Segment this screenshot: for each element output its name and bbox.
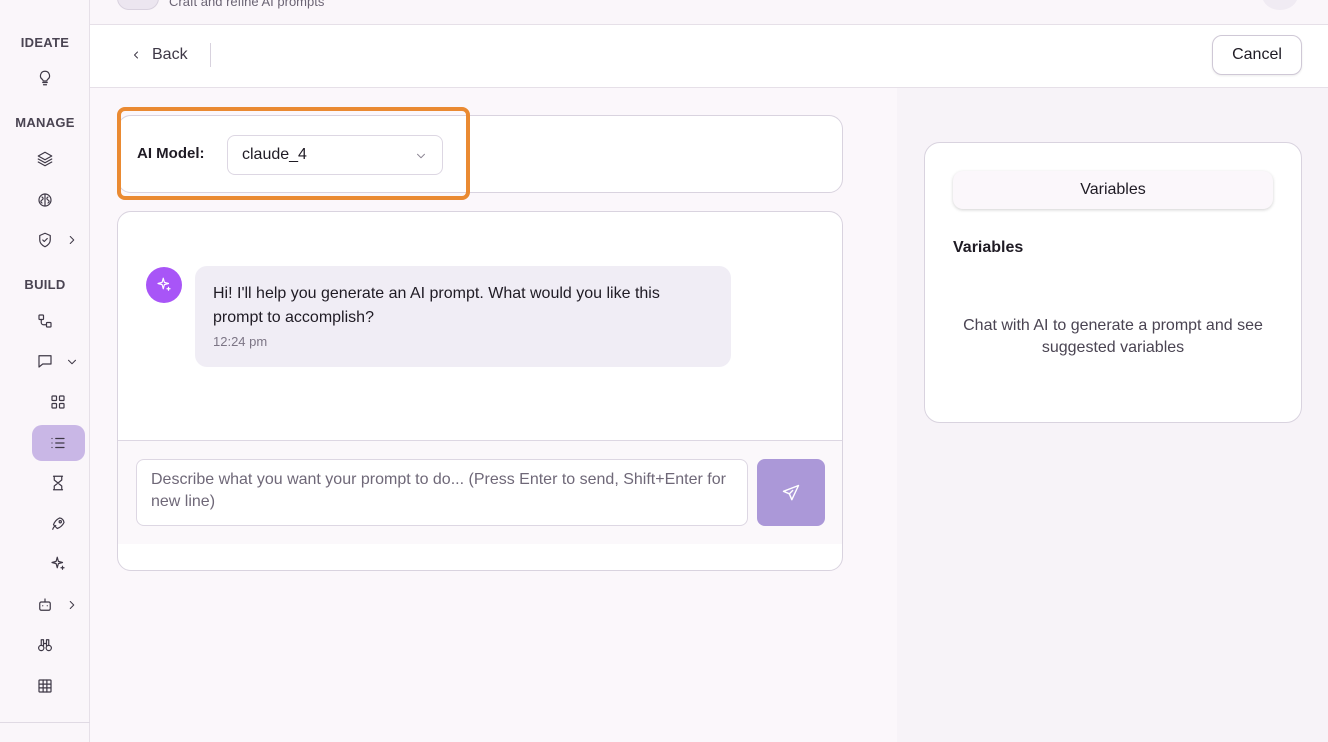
message-square-icon[interactable] <box>33 349 57 373</box>
section-manage: MANAGE <box>15 115 75 130</box>
ai-avatar <box>146 267 182 303</box>
workflow-icon[interactable] <box>33 309 57 333</box>
header-divider <box>210 43 211 67</box>
page-header: Back Cancel <box>90 25 1328 88</box>
chevron-down-icon <box>414 149 428 163</box>
rocket-icon[interactable] <box>46 512 70 536</box>
binoculars-icon[interactable] <box>33 633 57 657</box>
send-button[interactable] <box>757 459 825 526</box>
message-timestamp: 12:24 pm <box>213 334 268 349</box>
prompt-input[interactable]: Describe what you want your prompt to do… <box>136 459 748 526</box>
assistant-message: Hi! I'll help you generate an AI prompt.… <box>195 266 731 367</box>
send-icon <box>782 484 800 500</box>
chevron-right-icon[interactable] <box>65 233 79 247</box>
section-ideate: IDEATE <box>20 35 70 50</box>
model-label: AI Model: <box>137 145 205 162</box>
sparkles-icon <box>157 277 171 291</box>
avatar[interactable] <box>1262 0 1298 10</box>
back-label: Back <box>152 46 188 63</box>
top-bar: Craft and refine AI prompts <box>90 0 1328 25</box>
chevron-down-icon[interactable] <box>65 355 79 369</box>
section-build: BUILD <box>24 277 66 292</box>
table-icon[interactable] <box>33 674 57 698</box>
sparkles-icon[interactable] <box>46 552 70 576</box>
layers-icon[interactable] <box>33 147 57 171</box>
bot-icon[interactable] <box>33 593 57 617</box>
model-select[interactable]: claude_4 <box>227 135 443 175</box>
sidebar: IDEATE MANAGE BUILD <box>0 0 90 742</box>
top-toggle[interactable] <box>117 0 159 10</box>
back-button[interactable]: Back <box>130 44 188 66</box>
chevron-left-icon <box>130 49 142 61</box>
sidebar-divider <box>0 722 90 723</box>
layout-grid-icon[interactable] <box>46 390 70 414</box>
page-subtitle: Craft and refine AI prompts <box>169 0 325 9</box>
hourglass-icon[interactable] <box>46 471 70 495</box>
list-icon[interactable] <box>46 431 70 455</box>
tab-variables[interactable]: Variables <box>953 171 1273 209</box>
model-selected-value: claude_4 <box>242 146 307 163</box>
cancel-button[interactable]: Cancel <box>1212 35 1302 75</box>
shield-check-icon[interactable] <box>33 228 57 252</box>
variables-card: Variables Variables Chat with AI to gene… <box>924 142 1302 423</box>
model-card: AI Model: claude_4 <box>117 115 843 193</box>
brain-icon[interactable] <box>33 188 57 212</box>
chat-card: Hi! I'll help you generate an AI prompt.… <box>117 211 843 571</box>
lightbulb-icon[interactable] <box>33 66 57 90</box>
chevron-right-icon[interactable] <box>65 598 79 612</box>
variables-empty-state: Chat with AI to generate a prompt and se… <box>963 317 1263 356</box>
message-text: Hi! I'll help you generate an AI prompt.… <box>213 285 660 326</box>
variables-heading: Variables <box>953 239 1024 256</box>
chat-input-area: Describe what you want your prompt to do… <box>118 440 842 544</box>
